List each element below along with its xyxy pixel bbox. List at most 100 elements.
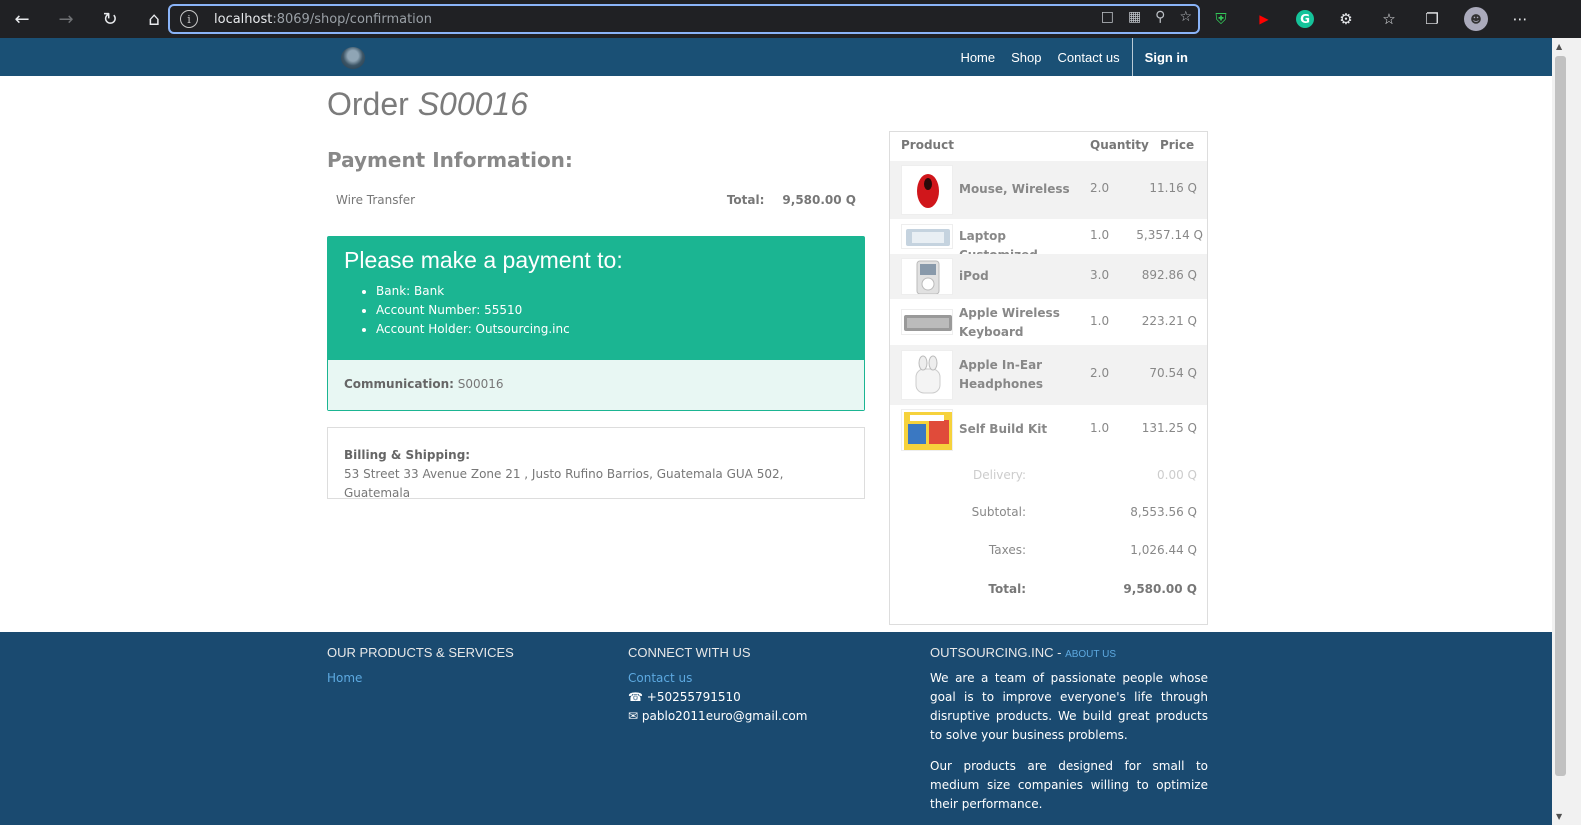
subtotal-value: 8,553.56 Q (1130, 505, 1197, 519)
bank-details-list: Bank: Bank Account Number: 55510 Account… (376, 282, 848, 339)
account-holder: Account Holder: Outsourcing.inc (376, 320, 848, 339)
build-kit-image[interactable] (901, 409, 953, 451)
payment-method: Wire Transfer (336, 193, 416, 207)
page-scrollbar[interactable]: ▲ ▼ (1552, 38, 1581, 825)
headphones-image[interactable] (901, 350, 953, 400)
grammarly-extension-icon[interactable]: G (1296, 10, 1314, 28)
product-price: 70.54 Q (1149, 366, 1197, 380)
communication-row: Communication: S00016 (328, 360, 864, 410)
billing-label: Billing & Shipping: (344, 448, 471, 462)
more-menu-icon[interactable]: ⋯ (1509, 8, 1531, 30)
product-price: 131.25 Q (1141, 421, 1197, 435)
taxes-label: Taxes: (988, 543, 1026, 557)
nav-divider (1131, 38, 1133, 76)
payment-heading: Payment Information: (327, 148, 573, 172)
order-summary: Product Quantity Price Mouse, Wireless 2… (889, 131, 1208, 625)
product-name[interactable]: Mouse, Wireless (959, 180, 1077, 199)
site-footer: OUR PRODUCTS & SERVICES Home CONNECT WIT… (0, 632, 1552, 825)
sign-in-link[interactable]: Sign in (1137, 50, 1196, 65)
product-name[interactable]: Apple In-Ear Headphones (959, 356, 1077, 394)
company-logo[interactable] (341, 47, 365, 69)
ipod-image[interactable] (901, 258, 953, 295)
footer-home-link[interactable]: Home (327, 671, 362, 685)
footer-products-col: OUR PRODUCTS & SERVICES Home (327, 645, 514, 688)
order-line: Self Build Kit 1.0 131.25 Q (890, 405, 1207, 455)
header-quantity: Quantity (1090, 138, 1149, 152)
product-name[interactable]: iPod (959, 267, 1077, 286)
order-line: iPod 3.0 892.86 Q (890, 254, 1207, 299)
zoom-out-icon[interactable]: ⚲ (1155, 9, 1165, 25)
url-text[interactable]: localhost:8069/shop/confirmation (214, 12, 432, 27)
grand-total-value: 9,580.00 Q (1123, 582, 1197, 596)
delivery-value: 0.00 Q (1157, 468, 1197, 482)
product-qty: 1.0 (1090, 228, 1110, 242)
scroll-up-icon[interactable]: ▲ (1556, 42, 1562, 51)
apps-icon[interactable]: ▦ (1128, 9, 1141, 25)
product-price: 223.21 Q (1141, 314, 1197, 328)
phone-icon: ☎ (628, 690, 643, 704)
keyboard-image[interactable] (901, 309, 953, 335)
product-qty: 2.0 (1090, 181, 1110, 195)
favorites-icon[interactable]: ☆ (1378, 8, 1400, 30)
collections-icon[interactable]: ❐ (1421, 8, 1443, 30)
communication-label: Communication: (344, 377, 454, 391)
url-path: :8069/shop/confirmation (272, 11, 432, 27)
order-line: Apple Wireless Keyboard 1.0 223.21 Q (890, 299, 1207, 345)
device-icon[interactable]: □ (1101, 9, 1114, 25)
account-number: Account Number: 55510 (376, 301, 848, 320)
footer-contact-link[interactable]: Contact us (628, 671, 692, 685)
grand-total-label: Total: (988, 582, 1026, 596)
footer-phone: +50255791510 (646, 690, 741, 704)
mouse-image[interactable] (901, 165, 953, 215)
scrollbar-thumb[interactable] (1555, 56, 1566, 776)
forward-icon[interactable]: → (44, 0, 88, 38)
extensions-icon[interactable]: ⚙ (1335, 8, 1357, 30)
laptop-image[interactable] (901, 224, 953, 249)
site-navbar: Home Shop Contact us Sign in (0, 38, 1552, 76)
billing-address: 53 Street 33 Avenue Zone 21 , Justo Rufi… (344, 467, 784, 500)
shield-extension-icon[interactable]: ⛨ (1210, 8, 1232, 30)
footer-about-col: OUTSOURCING.INC - ABOUT US We are a team… (930, 645, 1208, 825)
nav-home[interactable]: Home (952, 50, 1003, 65)
envelope-icon: ✉ (628, 709, 639, 723)
payment-total-value: 9,580.00 Q (782, 193, 856, 207)
payment-box-heading: Please make a payment to: (344, 247, 623, 273)
product-name[interactable]: Self Build Kit (959, 420, 1077, 439)
order-line: Apple In-Ear Headphones 2.0 70.54 Q (890, 345, 1207, 405)
summary-header: Product Quantity Price (890, 138, 1207, 160)
product-qty: 1.0 (1090, 421, 1110, 435)
payment-total-label: Total: (726, 193, 765, 207)
order-title-prefix: Order (327, 86, 409, 122)
scroll-down-icon[interactable]: ▼ (1556, 812, 1562, 821)
product-price: 11.16 Q (1149, 181, 1197, 195)
footer-email[interactable]: pablo2011euro@gmail.com (642, 709, 808, 723)
about-us-link[interactable]: ABOUT US (1065, 649, 1116, 660)
refresh-icon[interactable]: ↻ (88, 0, 132, 38)
about-paragraph-1: We are a team of passionate people whose… (930, 671, 1208, 742)
delivery-label: Delivery: (973, 468, 1026, 482)
favorite-add-icon[interactable]: ☆ (1179, 9, 1192, 25)
product-qty: 3.0 (1090, 268, 1110, 282)
header-price: Price (1160, 138, 1195, 152)
address-bar[interactable]: i localhost:8069/shop/confirmation □ ▦ ⚲… (168, 4, 1200, 34)
browser-toolbar: ← → ↻ ⌂ i localhost:8069/shop/confirmati… (0, 0, 1581, 38)
product-qty: 2.0 (1090, 366, 1110, 380)
site-info-icon[interactable]: i (180, 10, 198, 28)
order-line: Mouse, Wireless 2.0 11.16 Q (890, 161, 1207, 219)
bank-name: Bank: Bank (376, 282, 848, 301)
header-product: Product (901, 138, 954, 152)
product-name[interactable]: Apple Wireless Keyboard (959, 304, 1077, 342)
url-host: localhost (214, 11, 273, 27)
order-number: S00016 (417, 86, 529, 122)
nav-contact-us[interactable]: Contact us (1050, 50, 1128, 65)
back-icon[interactable]: ← (0, 0, 44, 38)
taxes-value: 1,026.44 Q (1130, 543, 1197, 557)
youtube-extension-icon[interactable]: ▶ (1253, 8, 1275, 30)
about-paragraph-2: Our products are designed for small to m… (930, 759, 1208, 811)
profile-avatar[interactable]: ☻ (1464, 7, 1488, 31)
order-line: Laptop Customized 1.0 5,357.14 Q (890, 219, 1207, 262)
product-price: 892.86 Q (1141, 268, 1197, 282)
subtotal-label: Subtotal: (971, 505, 1026, 519)
nav-shop[interactable]: Shop (1003, 50, 1049, 65)
footer-company-heading: OUTSOURCING.INC (930, 645, 1054, 660)
